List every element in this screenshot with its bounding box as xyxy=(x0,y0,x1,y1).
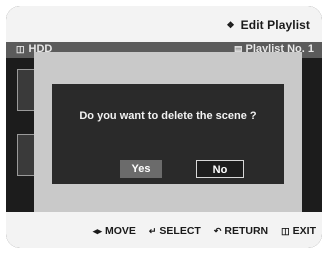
hdd-icon: ◫ xyxy=(16,44,25,54)
page-title: ❖ Edit Playlist xyxy=(227,18,311,32)
select-label: SELECT xyxy=(159,225,201,237)
enter-icon: ↵ xyxy=(148,226,157,236)
confirm-dialog: Do you want to delete the scene ? Yes No xyxy=(52,84,284,184)
return-icon: ↶ xyxy=(213,226,222,236)
page-title-text: Edit Playlist xyxy=(240,18,310,32)
exit-icon: ◫ xyxy=(281,226,290,236)
no-button[interactable]: No xyxy=(196,160,244,178)
select-key[interactable]: ↵ SELECT xyxy=(149,225,201,237)
dialog-message: Do you want to delete the scene ? xyxy=(79,110,257,122)
key-guide-bar: ◂▸ MOVE ↵ SELECT ↶ RETURN ◫ EXIT xyxy=(6,212,322,248)
return-label: RETURN xyxy=(224,225,269,237)
header-bar: ❖ Edit Playlist xyxy=(6,6,322,42)
exit-key[interactable]: ◫ EXIT xyxy=(281,225,316,237)
yes-button[interactable]: Yes xyxy=(120,160,162,178)
move-label: MOVE xyxy=(104,225,136,237)
tv-screen: ❖ Edit Playlist ◫ HDD ▤ Playlist No. 1 Do y… xyxy=(6,6,322,248)
return-key[interactable]: ↶ RETURN xyxy=(214,225,268,237)
move-key[interactable]: ◂▸ MOVE xyxy=(93,225,136,237)
diamond-icon: ❖ xyxy=(226,20,235,30)
move-arrows-icon: ◂▸ xyxy=(92,226,102,236)
exit-label: EXIT xyxy=(292,225,316,237)
